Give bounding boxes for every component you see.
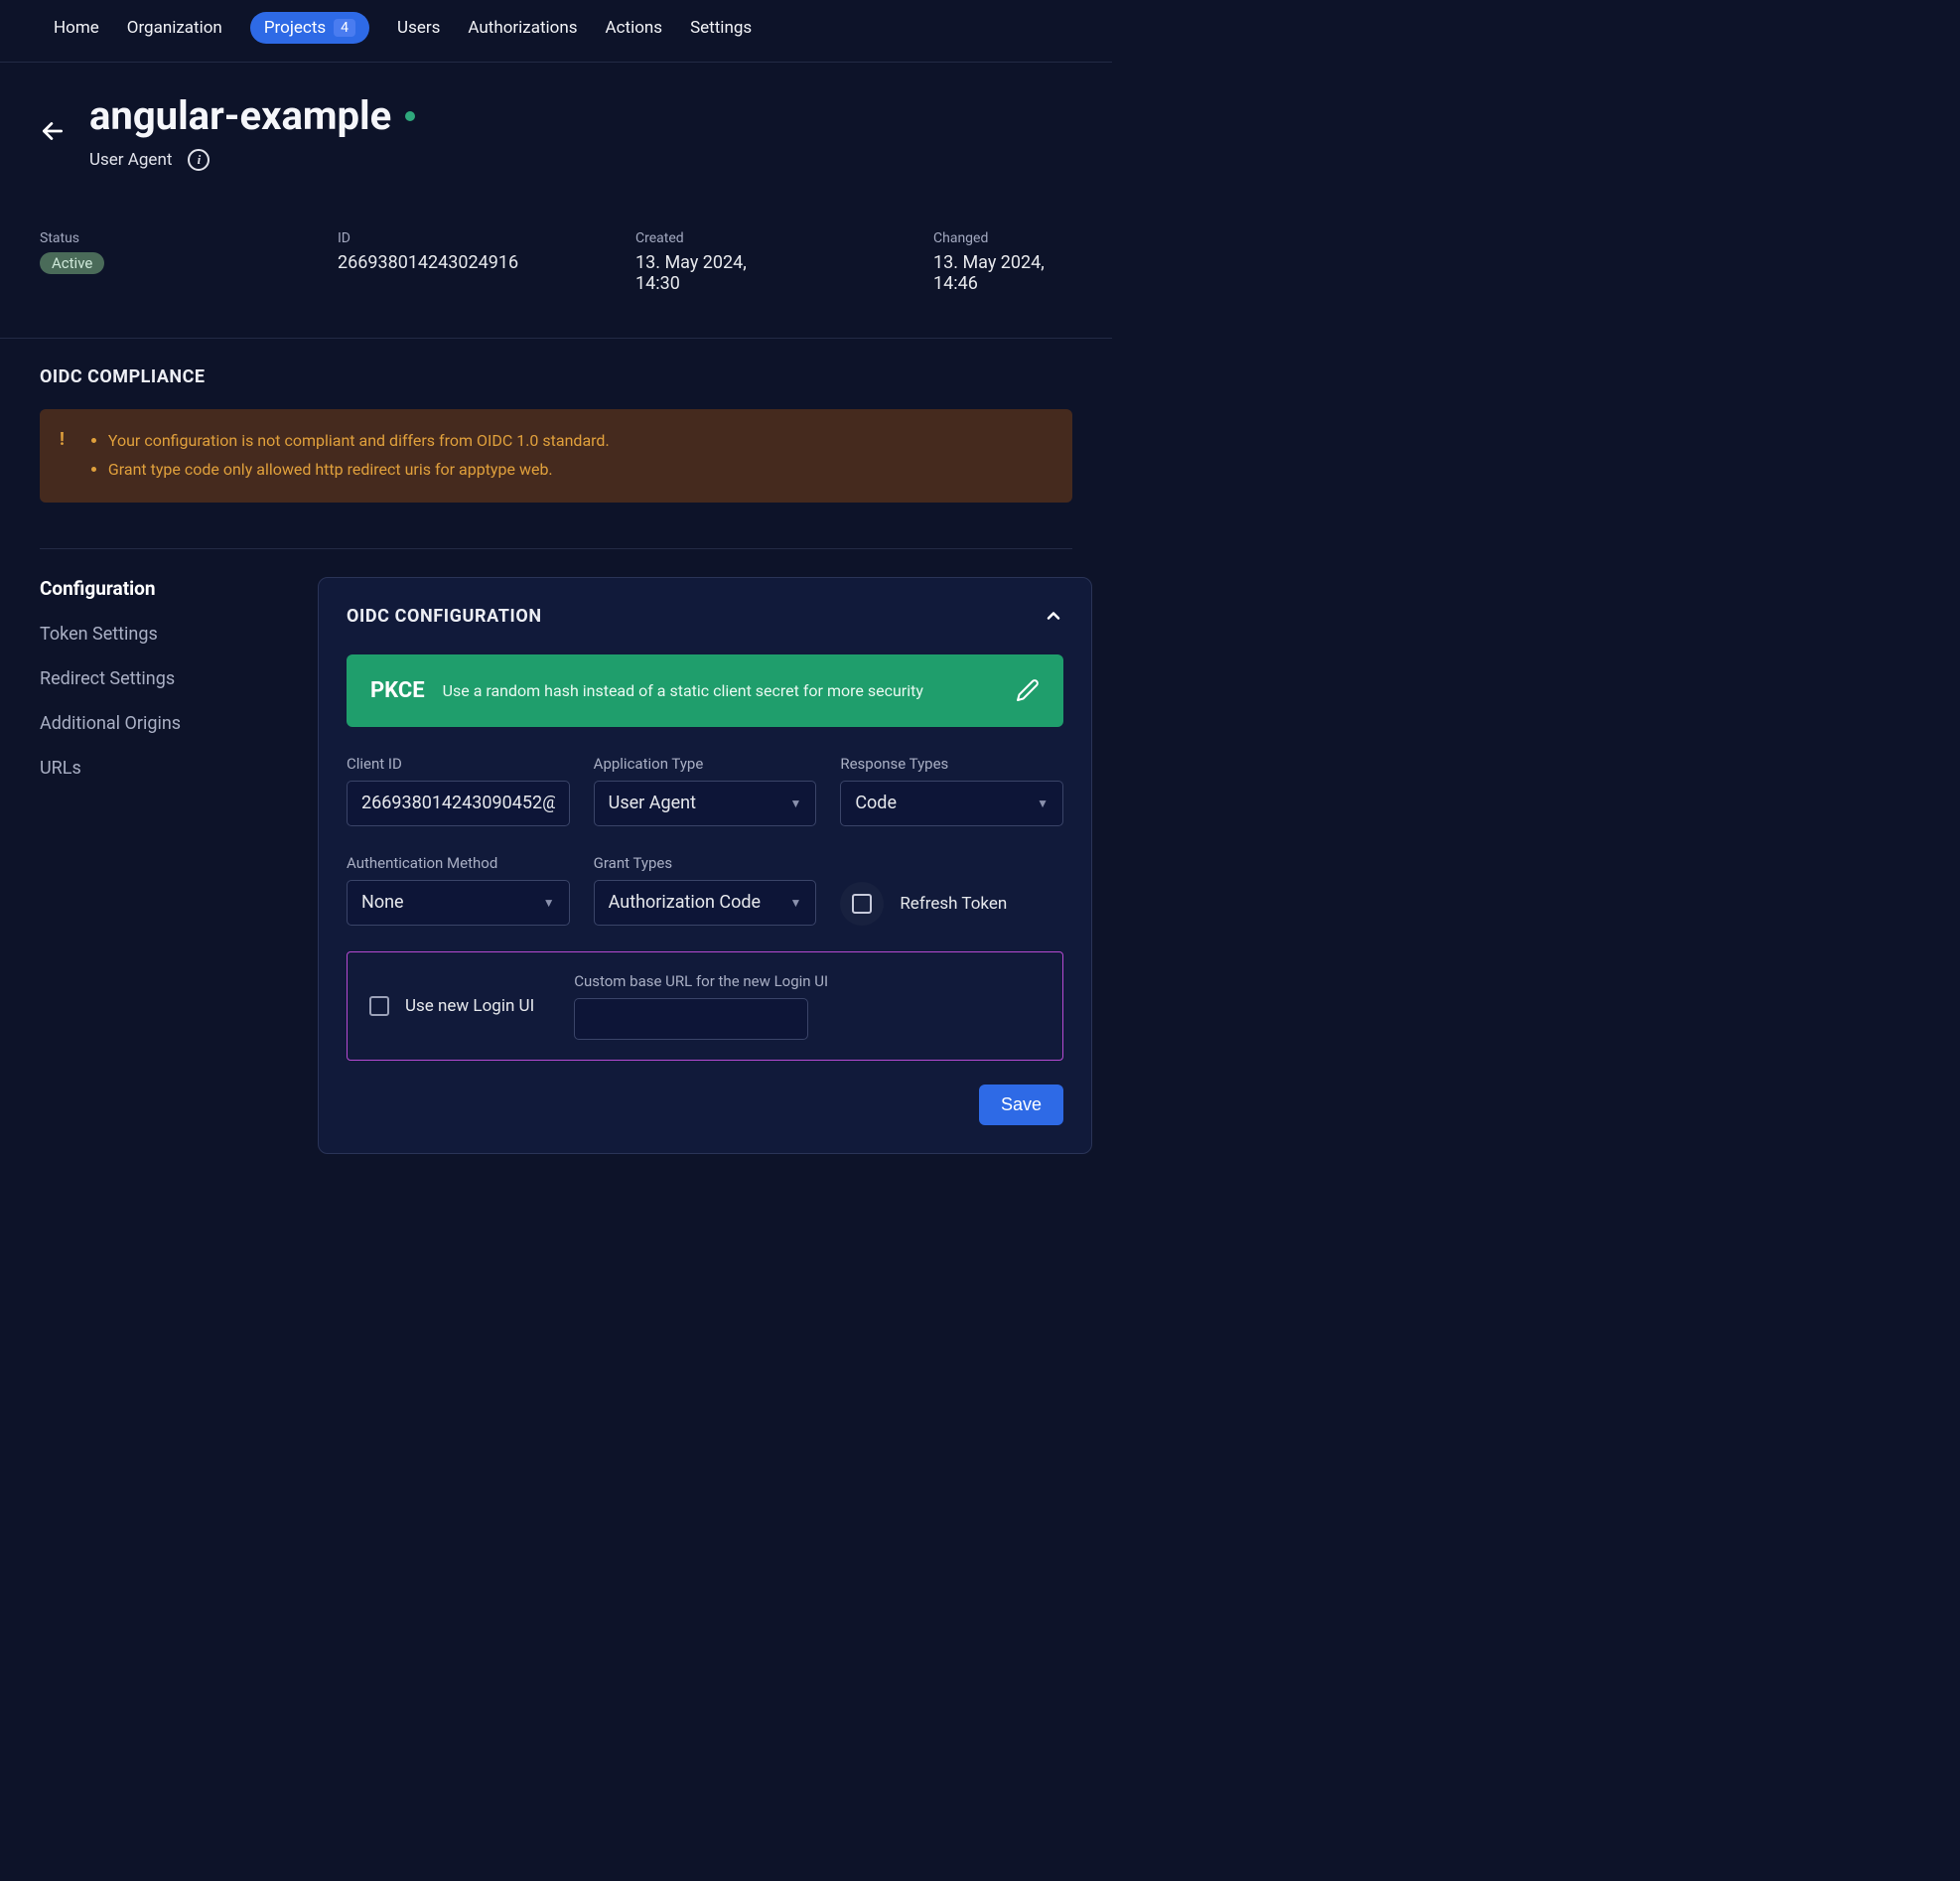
- compliance-warning-item: Grant type code only allowed http redire…: [108, 456, 610, 485]
- grant-types-label: Grant Types: [594, 854, 817, 872]
- info-icon[interactable]: i: [188, 149, 210, 171]
- use-new-login-label: Use new Login UI: [405, 996, 534, 1016]
- chevron-up-icon: [1044, 606, 1063, 626]
- nav-projects[interactable]: Projects 4: [250, 12, 369, 44]
- nav-actions[interactable]: Actions: [606, 18, 663, 38]
- pkce-description: Use a random hash instead of a static cl…: [443, 681, 998, 700]
- response-types-label: Response Types: [840, 755, 1063, 773]
- compliance-title: OIDC COMPLIANCE: [40, 366, 1072, 387]
- application-type-label: Application Type: [594, 755, 817, 773]
- response-types-select[interactable]: Code ▼: [840, 781, 1063, 826]
- grant-types-select[interactable]: Authorization Code ▼: [594, 880, 817, 926]
- client-id-input[interactable]: [347, 781, 570, 826]
- sidebar-item-urls[interactable]: URLs: [40, 758, 288, 779]
- save-button[interactable]: Save: [979, 1085, 1063, 1125]
- application-type-select[interactable]: User Agent ▼: [594, 781, 817, 826]
- page-subtitle: User Agent: [89, 150, 172, 170]
- config-sidebar: Configuration Token Settings Redirect Se…: [40, 577, 288, 779]
- nav-home[interactable]: Home: [54, 18, 99, 38]
- chevron-down-icon: ▼: [789, 796, 801, 810]
- pkce-banner: PKCE Use a random hash instead of a stat…: [347, 654, 1063, 727]
- grant-types-value: Authorization Code: [609, 892, 761, 913]
- sidebar-item-additional-origins[interactable]: Additional Origins: [40, 713, 288, 734]
- meta-id: ID 266938014243024916: [338, 230, 496, 294]
- custom-base-url-input[interactable]: [574, 998, 808, 1040]
- grant-types-field: Grant Types Authorization Code ▼: [594, 854, 817, 926]
- compliance-warning: ! Your configuration is not compliant an…: [40, 409, 1072, 503]
- meta-created-label: Created: [635, 230, 794, 246]
- auth-method-field: Authentication Method None ▼: [347, 854, 570, 926]
- compliance-warning-list: Your configuration is not compliant and …: [90, 427, 610, 485]
- refresh-token-label: Refresh Token: [900, 894, 1007, 914]
- nav-organization[interactable]: Organization: [127, 18, 222, 38]
- sidebar-item-configuration[interactable]: Configuration: [40, 577, 288, 600]
- client-id-label: Client ID: [347, 755, 570, 773]
- meta-id-value: 266938014243024916: [338, 252, 496, 273]
- response-types-value: Code: [855, 793, 897, 813]
- page-header: angular-example User Agent i: [0, 63, 1112, 201]
- status-badge: Active: [40, 252, 104, 274]
- meta-status: Status Active: [40, 230, 199, 294]
- arrow-left-icon: [40, 118, 66, 144]
- meta-changed-value: 13. May 2024, 14:46: [933, 252, 1092, 294]
- oidc-config-card: OIDC CONFIGURATION PKCE Use a random has…: [318, 577, 1092, 1154]
- new-login-ui-box: Use new Login UI Custom base URL for the…: [347, 951, 1063, 1061]
- chevron-down-icon: ▼: [1037, 796, 1049, 810]
- sidebar-item-token-settings[interactable]: Token Settings: [40, 624, 288, 645]
- nav-projects-label: Projects: [264, 18, 326, 38]
- pkce-title: PKCE: [370, 678, 425, 703]
- warning-icon: !: [60, 429, 65, 450]
- application-type-value: User Agent: [609, 793, 696, 813]
- chevron-down-icon: ▼: [543, 896, 555, 910]
- application-type-field: Application Type User Agent ▼: [594, 755, 817, 826]
- refresh-token-checkbox[interactable]: [840, 882, 884, 926]
- auth-method-label: Authentication Method: [347, 854, 570, 872]
- back-button[interactable]: [40, 118, 66, 144]
- sidebar-item-redirect-settings[interactable]: Redirect Settings: [40, 668, 288, 689]
- auth-method-select[interactable]: None ▼: [347, 880, 570, 926]
- nav-settings[interactable]: Settings: [690, 18, 752, 38]
- refresh-token-field: Refresh Token: [840, 854, 1063, 926]
- page-title: angular-example: [89, 92, 391, 139]
- auth-method-value: None: [361, 892, 404, 913]
- meta-created: Created 13. May 2024, 14:30: [635, 230, 794, 294]
- meta-id-label: ID: [338, 230, 496, 246]
- client-id-field: Client ID: [347, 755, 570, 826]
- meta-changed: Changed 13. May 2024, 14:46: [933, 230, 1092, 294]
- chevron-down-icon: ▼: [789, 896, 801, 910]
- status-dot-icon: [405, 111, 415, 121]
- oidc-compliance-section: OIDC COMPLIANCE ! Your configuration is …: [0, 339, 1112, 520]
- nav-users[interactable]: Users: [397, 18, 440, 38]
- use-new-login-checkbox[interactable]: [369, 996, 389, 1016]
- nav-authorizations[interactable]: Authorizations: [468, 18, 577, 38]
- meta-status-label: Status: [40, 230, 199, 246]
- collapse-button[interactable]: [1044, 606, 1063, 626]
- pkce-edit-button[interactable]: [1016, 678, 1040, 702]
- checkbox-icon: [852, 894, 872, 914]
- meta-changed-label: Changed: [933, 230, 1092, 246]
- compliance-warning-item: Your configuration is not compliant and …: [108, 427, 610, 456]
- meta-row: Status Active ID 266938014243024916 Crea…: [0, 201, 1112, 338]
- top-nav: Home Organization Projects 4 Users Autho…: [0, 0, 1112, 63]
- meta-created-value: 13. May 2024, 14:30: [635, 252, 794, 294]
- custom-base-url-label: Custom base URL for the new Login UI: [574, 972, 828, 990]
- response-types-field: Response Types Code ▼: [840, 755, 1063, 826]
- card-title: OIDC CONFIGURATION: [347, 606, 542, 627]
- pencil-icon: [1016, 678, 1040, 702]
- nav-projects-badge: 4: [334, 19, 355, 37]
